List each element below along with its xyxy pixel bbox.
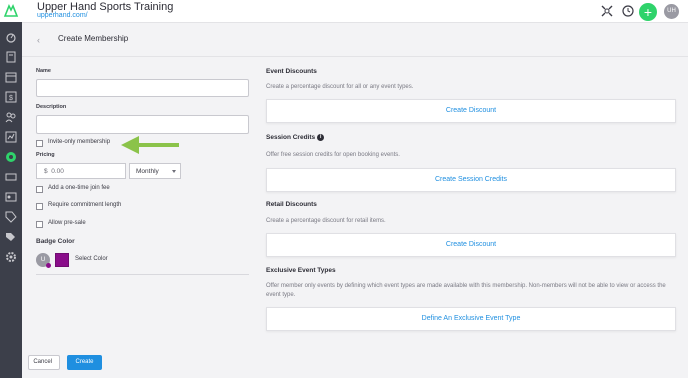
define-exclusive-event-type-button[interactable]: Define An Exclusive Event Type [266, 307, 676, 331]
name-label: Name [36, 68, 51, 74]
id-card-icon[interactable] [4, 190, 18, 204]
event-discounts-title: Event Discounts [266, 68, 317, 75]
dashboard-icon[interactable] [4, 30, 18, 44]
name-input[interactable] [36, 79, 249, 97]
retail-discounts-title: Retail Discounts [266, 201, 317, 208]
price-value: 0.00 [51, 168, 64, 175]
description-label: Description [36, 104, 67, 110]
join-fee-label: Add a one-time join fee [48, 185, 110, 191]
business-url[interactable]: upperhand.com/ [37, 12, 88, 19]
user-avatar[interactable]: UH [664, 4, 679, 19]
book-icon[interactable] [4, 50, 18, 64]
top-header: Upper Hand Sports Training upperhand.com… [22, 0, 688, 23]
tags-icon[interactable] [4, 230, 18, 244]
settings-icon[interactable] [4, 250, 18, 264]
session-credits-title: Session Credits i [266, 134, 325, 142]
select-color-label[interactable]: Select Color [75, 256, 108, 262]
badge-color-label: Badge Color [36, 238, 75, 245]
price-input[interactable]: $ 0.00 [36, 163, 126, 179]
description-input[interactable] [36, 115, 249, 134]
invite-only-checkbox[interactable] [36, 140, 43, 147]
info-icon[interactable]: i [317, 134, 325, 141]
annotation-arrow [121, 136, 179, 154]
badge-color-dot [46, 263, 51, 268]
plus-icon: + [643, 4, 653, 20]
exclusive-event-types-title: Exclusive Event Types [266, 267, 336, 274]
calendar-icon[interactable] [4, 70, 18, 84]
presale-checkbox[interactable] [36, 221, 43, 228]
exclusive-event-types-description: Offer member only events by defining whi… [266, 283, 666, 298]
memberships-icon[interactable] [4, 150, 18, 164]
commitment-checkbox[interactable] [36, 203, 43, 210]
app-logo[interactable] [0, 0, 22, 22]
invite-only-label: Invite-only membership [48, 139, 111, 145]
session-credits-title-text: Session Credits [266, 134, 316, 142]
reports-icon[interactable] [4, 130, 18, 144]
page-header: ‹ Create Membership [22, 24, 688, 57]
commitment-label: Require commitment length [48, 202, 122, 208]
chevron-down-icon [172, 170, 176, 173]
page-title: Create Membership [58, 34, 129, 43]
currency-symbol: $ [44, 168, 48, 175]
create-event-discount-button[interactable]: Create Discount [266, 99, 676, 123]
tag-icon[interactable] [4, 210, 18, 224]
join-fee-checkbox[interactable] [36, 186, 43, 193]
add-button[interactable]: + [639, 3, 657, 21]
badge-color-swatch[interactable] [55, 253, 69, 267]
logo-icon [3, 4, 19, 17]
create-button[interactable]: Create [67, 355, 102, 370]
svg-text:$: $ [9, 95, 13, 102]
ticket-icon[interactable] [4, 170, 18, 184]
back-icon[interactable]: ‹ [37, 35, 40, 45]
pricing-label: Pricing [36, 152, 55, 158]
people-icon[interactable] [4, 110, 18, 124]
clock-icon[interactable] [621, 4, 635, 18]
fullscreen-icon[interactable] [600, 4, 614, 18]
cancel-button[interactable]: Cancel [28, 355, 60, 370]
session-credits-description: Offer free session credits for open book… [266, 152, 400, 158]
invoice-icon[interactable]: $ [4, 90, 18, 104]
create-retail-discount-button[interactable]: Create Discount [266, 233, 676, 257]
create-session-credits-button[interactable]: Create Session Credits [266, 168, 676, 192]
divider [36, 274, 249, 275]
retail-discounts-description: Create a percentage discount for retail … [266, 218, 386, 224]
sidebar: $ [0, 0, 22, 378]
presale-label: Allow pre-sale [48, 220, 86, 226]
event-discounts-description: Create a percentage discount for all or … [266, 84, 414, 90]
